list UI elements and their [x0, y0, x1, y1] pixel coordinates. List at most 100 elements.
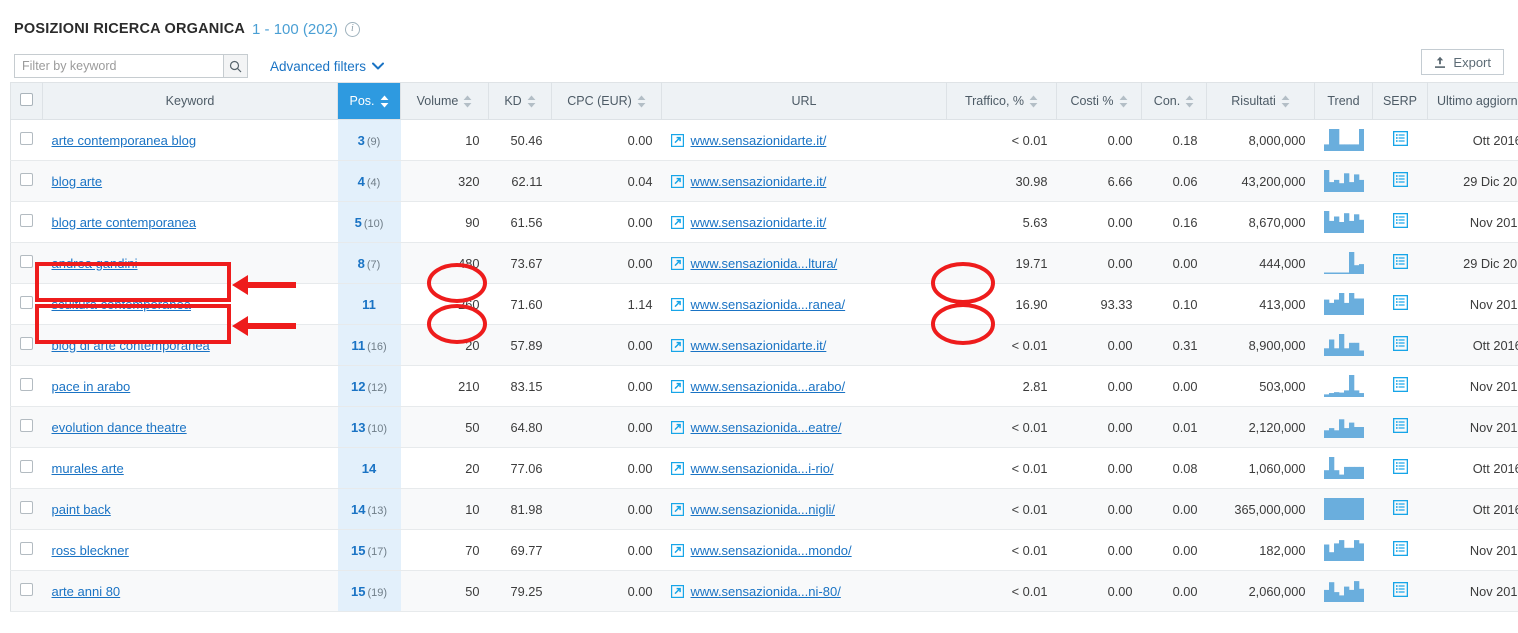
keyword-link[interactable]: pace in arabo — [52, 379, 131, 394]
position-value[interactable]: 12 — [351, 379, 365, 394]
serp-cell[interactable] — [1372, 488, 1428, 530]
url-link[interactable]: www.sensazionidarte.it/ — [691, 174, 827, 189]
row-checkbox[interactable] — [20, 173, 34, 186]
select-all-checkbox[interactable] — [20, 93, 33, 106]
serp-icon[interactable] — [1392, 130, 1408, 147]
export-button[interactable]: Export — [1421, 49, 1504, 75]
url-link[interactable]: www.sensazionida...ranea/ — [691, 297, 846, 312]
serp-cell[interactable] — [1372, 201, 1428, 243]
serp-icon[interactable] — [1392, 540, 1408, 557]
url-link[interactable]: www.sensazionidarte.it/ — [691, 215, 827, 230]
url-link[interactable]: www.sensazionida...ltura/ — [691, 256, 838, 271]
keyword-link[interactable]: blog di arte contemporanea — [52, 338, 210, 353]
url-link[interactable]: www.sensazionidarte.it/ — [691, 133, 827, 148]
serp-cell[interactable] — [1372, 283, 1428, 325]
column-header-con[interactable]: Con. — [1141, 82, 1207, 120]
column-header-costi[interactable]: Costi % — [1056, 82, 1142, 120]
position-value[interactable]: 8 — [358, 256, 365, 271]
row-select-cell[interactable] — [10, 324, 43, 366]
keyword-link[interactable]: blog arte — [52, 174, 103, 189]
row-checkbox[interactable] — [20, 501, 34, 514]
position-value[interactable]: 14 — [351, 502, 365, 517]
url-link[interactable]: www.sensazionida...arabo/ — [691, 379, 846, 394]
row-select-cell[interactable] — [10, 242, 43, 284]
row-select-cell[interactable] — [10, 488, 43, 530]
serp-icon[interactable] — [1392, 335, 1408, 352]
serp-cell[interactable] — [1372, 242, 1428, 284]
url-link[interactable]: www.sensazionida...i-rio/ — [691, 461, 834, 476]
keyword-link[interactable]: andrea gandini — [52, 256, 138, 271]
position-value[interactable]: 11 — [362, 297, 376, 312]
row-select-cell[interactable] — [10, 570, 43, 612]
keyword-link[interactable]: evolution dance theatre — [52, 420, 187, 435]
position-value[interactable]: 13 — [351, 420, 365, 435]
url-link[interactable]: www.sensazionida...nigli/ — [691, 502, 836, 517]
serp-cell[interactable] — [1372, 365, 1428, 407]
row-select-cell[interactable] — [10, 529, 43, 571]
search-button[interactable] — [223, 55, 247, 77]
column-header-volume[interactable]: Volume — [400, 82, 489, 120]
serp-cell[interactable] — [1372, 406, 1428, 448]
serp-icon[interactable] — [1392, 581, 1408, 598]
row-select-cell[interactable] — [10, 406, 43, 448]
select-all-header[interactable] — [10, 82, 43, 120]
row-checkbox[interactable] — [20, 542, 34, 555]
row-checkbox[interactable] — [20, 296, 34, 309]
keyword-link[interactable]: scultura contemporanea — [52, 297, 191, 312]
keyword-link[interactable]: murales arte — [52, 461, 124, 476]
row-checkbox[interactable] — [20, 337, 34, 350]
position-value[interactable]: 14 — [362, 461, 376, 476]
position-value[interactable]: 15 — [351, 584, 365, 599]
row-checkbox[interactable] — [20, 132, 34, 145]
row-checkbox[interactable] — [20, 214, 34, 227]
url-link[interactable]: www.sensazionida...mondo/ — [691, 543, 852, 558]
position-value[interactable]: 5 — [355, 215, 362, 230]
column-header-aggiornamento[interactable]: Ultimo aggiornamento — [1427, 82, 1518, 120]
serp-cell[interactable] — [1372, 570, 1428, 612]
serp-icon[interactable] — [1392, 294, 1408, 311]
row-select-cell[interactable] — [10, 365, 43, 407]
row-select-cell[interactable] — [10, 447, 43, 489]
url-link[interactable]: www.sensazionida...eatre/ — [691, 420, 842, 435]
column-header-traffico[interactable]: Traffico, % — [946, 82, 1057, 120]
search-input[interactable] — [15, 55, 223, 77]
column-header-kd[interactable]: KD — [488, 82, 552, 120]
url-link[interactable]: www.sensazionida...ni-80/ — [691, 584, 841, 599]
serp-icon[interactable] — [1392, 499, 1408, 516]
serp-icon[interactable] — [1392, 212, 1408, 229]
row-select-cell[interactable] — [10, 160, 43, 202]
row-select-cell[interactable] — [10, 283, 43, 325]
keyword-link[interactable]: paint back — [52, 502, 111, 517]
row-select-cell[interactable] — [10, 201, 43, 243]
serp-icon[interactable] — [1392, 171, 1408, 188]
serp-cell[interactable] — [1372, 324, 1428, 366]
row-checkbox[interactable] — [20, 419, 34, 432]
position-value[interactable]: 15 — [351, 543, 365, 558]
row-checkbox[interactable] — [20, 583, 34, 596]
keyword-link[interactable]: arte anni 80 — [52, 584, 121, 599]
column-header-cpc[interactable]: CPC (EUR) — [551, 82, 662, 120]
serp-icon[interactable] — [1392, 376, 1408, 393]
serp-icon[interactable] — [1392, 417, 1408, 434]
keyword-link[interactable]: ross bleckner — [52, 543, 129, 558]
position-value[interactable]: 11 — [351, 338, 365, 353]
serp-cell[interactable] — [1372, 447, 1428, 489]
info-icon[interactable]: i — [344, 21, 360, 37]
serp-cell[interactable] — [1372, 119, 1428, 161]
column-header-pos[interactable]: Pos. — [337, 82, 401, 120]
row-checkbox[interactable] — [20, 378, 34, 391]
position-value[interactable]: 4 — [358, 174, 365, 189]
serp-cell[interactable] — [1372, 160, 1428, 202]
advanced-filters-toggle[interactable]: Advanced filters — [270, 59, 385, 74]
keyword-link[interactable]: blog arte contemporanea — [52, 215, 197, 230]
column-header-risultati[interactable]: Risultati — [1206, 82, 1315, 120]
serp-icon[interactable] — [1392, 458, 1408, 475]
url-link[interactable]: www.sensazionidarte.it/ — [691, 338, 827, 353]
row-checkbox[interactable] — [20, 460, 34, 473]
keyword-link[interactable]: arte contemporanea blog — [52, 133, 197, 148]
position-value[interactable]: 3 — [358, 133, 365, 148]
row-checkbox[interactable] — [20, 255, 34, 268]
serp-cell[interactable] — [1372, 529, 1428, 571]
row-select-cell[interactable] — [10, 119, 43, 161]
serp-icon[interactable] — [1392, 253, 1408, 270]
